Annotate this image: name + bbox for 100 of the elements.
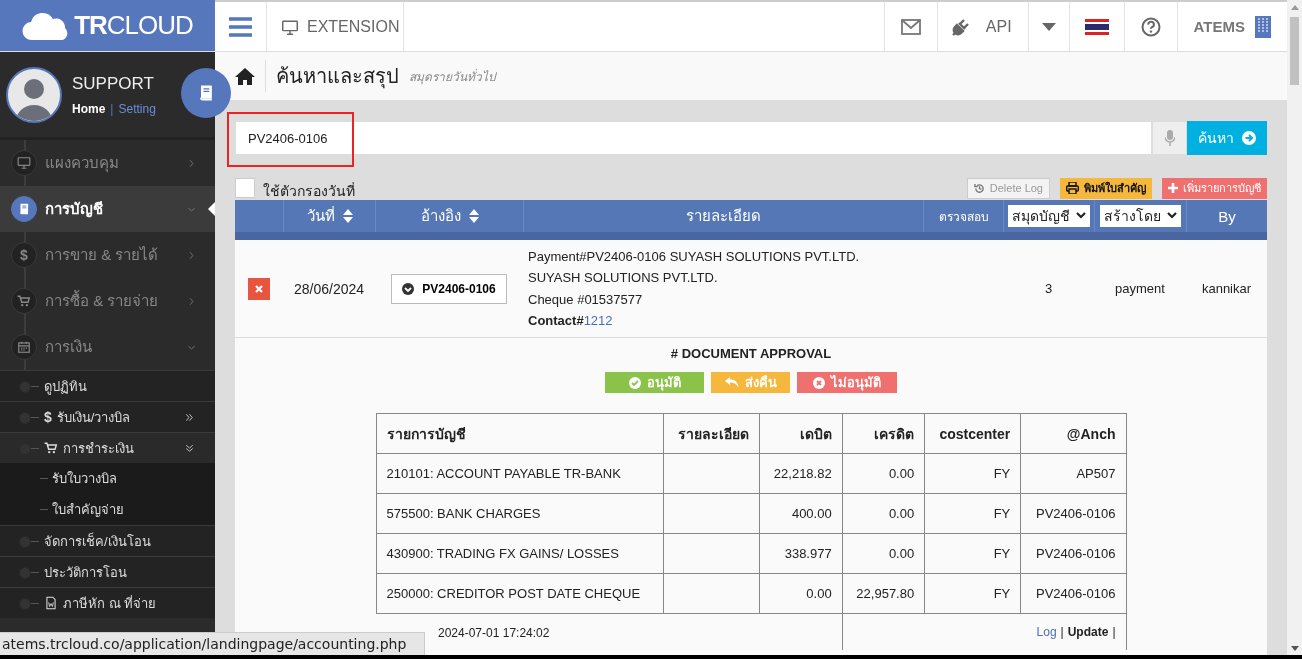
reply-icon — [724, 377, 739, 388]
table-cell: 0.00 — [842, 533, 925, 574]
chevron-down-icon — [1076, 212, 1086, 220]
cart-icon — [44, 441, 58, 455]
setting-link[interactable]: Setting — [118, 101, 156, 116]
column-filter-select[interactable]: สร้างโดย — [1100, 205, 1181, 227]
sort-icon — [342, 209, 353, 223]
detail-text: Payment#PV2406-0106 SUYASH SOLUTIONS PVT.LTD. — [528, 247, 860, 266]
dollar-sign: $ — [20, 247, 28, 263]
dollar-sign: $ — [44, 409, 52, 425]
table-cell: FY — [924, 533, 1021, 574]
close-icon — [255, 284, 263, 293]
search-field[interactable]: PV2406-0106 — [235, 121, 1152, 155]
arrow-circle-icon — [1242, 131, 1256, 145]
column-header: @Anch — [1020, 413, 1126, 454]
table-cell: 22,957.80 — [842, 573, 925, 614]
sidebar-item[interactable]: การบัญชี — [0, 186, 215, 232]
company-button[interactable]: ATEMS — [1177, 2, 1287, 51]
detail-text: Cheque #01537577 — [528, 290, 643, 309]
document-icon — [44, 596, 58, 610]
monitor-icon — [17, 156, 31, 170]
sidebar-item[interactable]: การเงิน — [0, 324, 215, 370]
table-cell: 210101: ACCOUNT PAYABLE TR-BANK — [376, 453, 664, 494]
table-cell: FY — [924, 493, 1021, 534]
column-header: วันที่ — [306, 205, 335, 226]
sidebar-subitem[interactable]: $ รับเงิน/วางบิล — [0, 401, 215, 432]
x-circle-icon — [813, 376, 825, 389]
column-header: รายละเอียด — [663, 413, 760, 454]
created-time: 2024-07-01 17:24:02 — [438, 625, 550, 640]
check-circle-icon — [628, 376, 641, 389]
column-header: รายการบัญชี — [376, 413, 664, 454]
column-header: อ้างอิง — [420, 206, 461, 226]
update-link[interactable]: Update — [1067, 625, 1109, 639]
column-header: By — [1218, 207, 1236, 225]
monitor-icon — [281, 18, 299, 35]
scrollbar-thumb[interactable] — [1290, 17, 1299, 85]
microphone-icon — [1164, 130, 1175, 146]
link-separator: | — [1112, 625, 1116, 639]
contact-link[interactable]: 1212 — [583, 310, 613, 332]
link-separator: | — [1060, 625, 1064, 639]
extension-button[interactable]: EXTENSION — [267, 2, 404, 51]
column-header: รายละเอียด — [686, 206, 761, 226]
column-header: เดบิต — [759, 413, 843, 454]
link-separator: | — [110, 101, 114, 116]
checkbox-label: ใช้ตัวกรองวันที่ — [263, 181, 356, 201]
table-cell: PV2406-0106 — [1020, 533, 1126, 574]
plus-icon — [1168, 183, 1178, 193]
column-header: เครดิต — [842, 413, 925, 454]
page-title: ค้นหาและสรุป — [265, 60, 399, 92]
column-header: costcenter — [924, 413, 1021, 454]
sidebar-subitem[interactable]: การชำระเงิน — [0, 432, 215, 463]
envelope-icon — [900, 18, 921, 35]
table-cell: AP507 — [1020, 453, 1126, 494]
sidebar-subitem[interactable]: รับใบวางบิล — [0, 463, 215, 494]
log-link[interactable]: Log — [1036, 625, 1057, 639]
column-filter-select[interactable]: สมุดบัญชี — [1008, 205, 1090, 227]
user-name: SUPPORT — [72, 73, 155, 94]
sidebar-subitem[interactable]: ประวัติการโอน — [0, 556, 215, 587]
date-cell: 28/06/2024 — [293, 280, 365, 297]
building-icon — [1255, 15, 1271, 38]
checkbox[interactable] — [235, 178, 255, 198]
book-icon — [17, 202, 31, 216]
help-icon — [1140, 16, 1161, 37]
contact-label: Contact# — [528, 312, 584, 330]
menu-icon — [229, 16, 252, 37]
logo-text: TRCLOUD — [74, 10, 193, 41]
scroll-down-icon — [1290, 645, 1299, 651]
detail-text: SUYASH SOLUTIONS PVT.LTD. — [528, 269, 718, 287]
table-cell: 0.00 — [842, 493, 925, 534]
scroll-up-icon — [1290, 4, 1299, 10]
book-button[interactable] — [181, 68, 231, 118]
sidebar-item[interactable]: การซื้อ & รายจ่าย — [0, 278, 215, 324]
api-button[interactable]: API — [937, 2, 1029, 51]
sidebar-subitem[interactable]: ดูปฏิทิน — [0, 370, 215, 401]
status-url: atems.trcloud.co/application/landingpage/accounting.php — [0, 632, 426, 655]
sidebar-subitem[interactable]: จัดการเช็ค/เงินโอน — [0, 525, 215, 556]
table-cell: 575500: BANK CHARGES — [376, 493, 664, 534]
cart-icon — [17, 294, 31, 308]
chevron-down-icon — [1167, 212, 1177, 220]
printer-icon — [1066, 182, 1079, 194]
delete-button[interactable] — [248, 277, 270, 300]
table-cell: payment — [1115, 281, 1165, 296]
home-link[interactable]: Home — [72, 101, 106, 116]
history-icon — [973, 182, 985, 194]
table-cell: FY — [924, 453, 1021, 494]
table-cell: kannikar — [1201, 281, 1252, 296]
section-title: # DOCUMENT APPROVAL — [670, 346, 832, 361]
table-cell: 22,218.82 — [759, 453, 843, 494]
reference-button[interactable]: PV2406-0106 — [391, 273, 507, 304]
table-cell: 0.00 — [759, 573, 843, 614]
table-cell: 0.00 — [842, 453, 925, 494]
sidebar-item[interactable]: $ การขาย & รายได้ — [0, 232, 215, 278]
table-cell: 430900: TRADING FX GAINS/ LOSSES — [376, 533, 664, 574]
cloud-icon — [22, 10, 69, 41]
sidebar-subitem[interactable]: ภาษีหัก ณ ที่จ่าย — [0, 587, 215, 618]
sidebar-item[interactable]: แผงควบคุม — [0, 140, 215, 186]
table-cell: PV2406-0106 — [1020, 493, 1126, 534]
print-button[interactable]: พิมพ์ใบสำคัญ — [1060, 177, 1152, 199]
sidebar-subitem[interactable]: ใบสำคัญจ่าย — [0, 494, 215, 525]
table-cell: FY — [924, 573, 1021, 614]
